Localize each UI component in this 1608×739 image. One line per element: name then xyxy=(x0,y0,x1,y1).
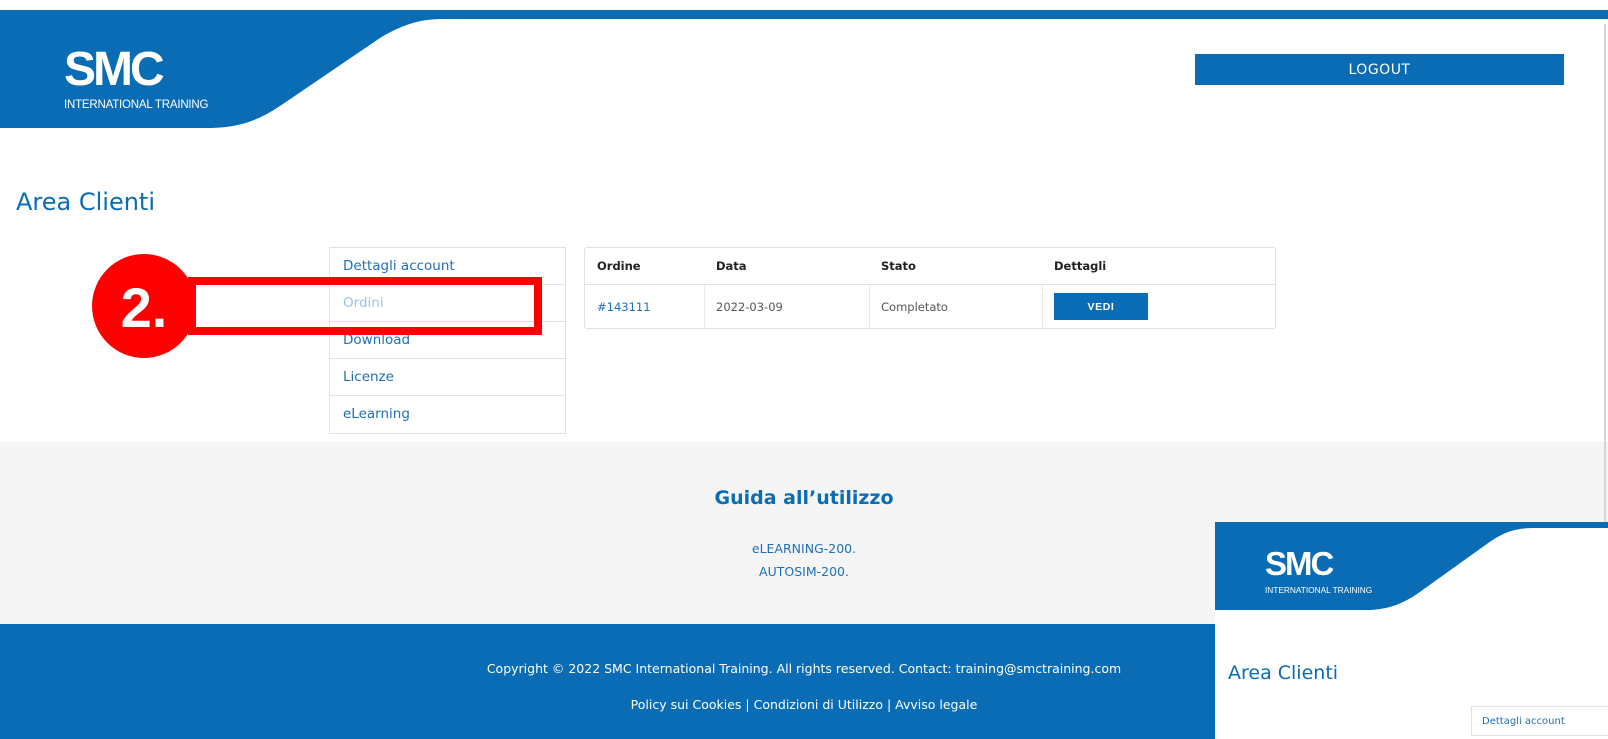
account-navigation: Dettagli account Ordini Download Licenze… xyxy=(329,247,566,434)
logo-subtitle: INTERNATIONAL TRAINING xyxy=(64,99,209,111)
thumbnail-logo-wordmark: SMC xyxy=(1265,545,1334,582)
table-header-row: Ordine Data Stato Dettagli xyxy=(585,248,1275,285)
order-details-cell: VEDI xyxy=(1043,285,1275,328)
thumbnail-logo-subtitle: INTERNATIONAL TRAINING xyxy=(1265,585,1373,595)
page-title: Area Clienti xyxy=(16,188,156,216)
column-header-stato: Stato xyxy=(881,259,916,273)
cookie-policy-link[interactable]: Policy sui Cookies xyxy=(631,697,742,712)
thumbnail-nav-item: Dettagli account xyxy=(1471,706,1608,736)
order-date-cell: 2022-03-09 xyxy=(705,285,870,328)
separator: | xyxy=(745,697,750,712)
guide-title: Guida all’utilizzo xyxy=(714,487,894,509)
order-status-cell: Completato xyxy=(870,285,1043,328)
column-header-dettagli: Dettagli xyxy=(1054,259,1107,273)
screenshot-thumbnail: SMC INTERNATIONAL TRAINING Area Clienti … xyxy=(1215,522,1608,739)
column-header-data: Data xyxy=(716,259,747,273)
smc-logo[interactable]: SMC INTERNATIONAL TRAINING xyxy=(64,44,224,114)
legal-notice-link[interactable]: Avviso legale xyxy=(895,697,977,712)
view-order-button[interactable]: VEDI xyxy=(1054,293,1148,320)
column-header-ordine: Ordine xyxy=(597,259,641,273)
nav-item-licenze[interactable]: Licenze xyxy=(330,359,565,396)
thumbnail-page-title: Area Clienti xyxy=(1228,662,1339,684)
order-number-cell: #143111 xyxy=(585,285,705,328)
page-edge-shadow xyxy=(1604,24,1606,524)
logout-button[interactable]: LOGOUT xyxy=(1195,54,1564,85)
terms-link[interactable]: Condizioni di Utilizzo xyxy=(754,697,883,712)
orders-table: Ordine Data Stato Dettagli #143111 2022-… xyxy=(584,247,1276,329)
highlight-box xyxy=(188,277,542,335)
order-number-link[interactable]: #143111 xyxy=(597,300,651,314)
nav-item-elearning[interactable]: eLearning xyxy=(330,396,565,433)
table-row: #143111 2022-03-09 Completato VEDI xyxy=(585,285,1275,328)
logo-wordmark: SMC xyxy=(64,43,165,96)
step-number-badge: 2. xyxy=(92,254,196,358)
separator: | xyxy=(886,697,892,712)
